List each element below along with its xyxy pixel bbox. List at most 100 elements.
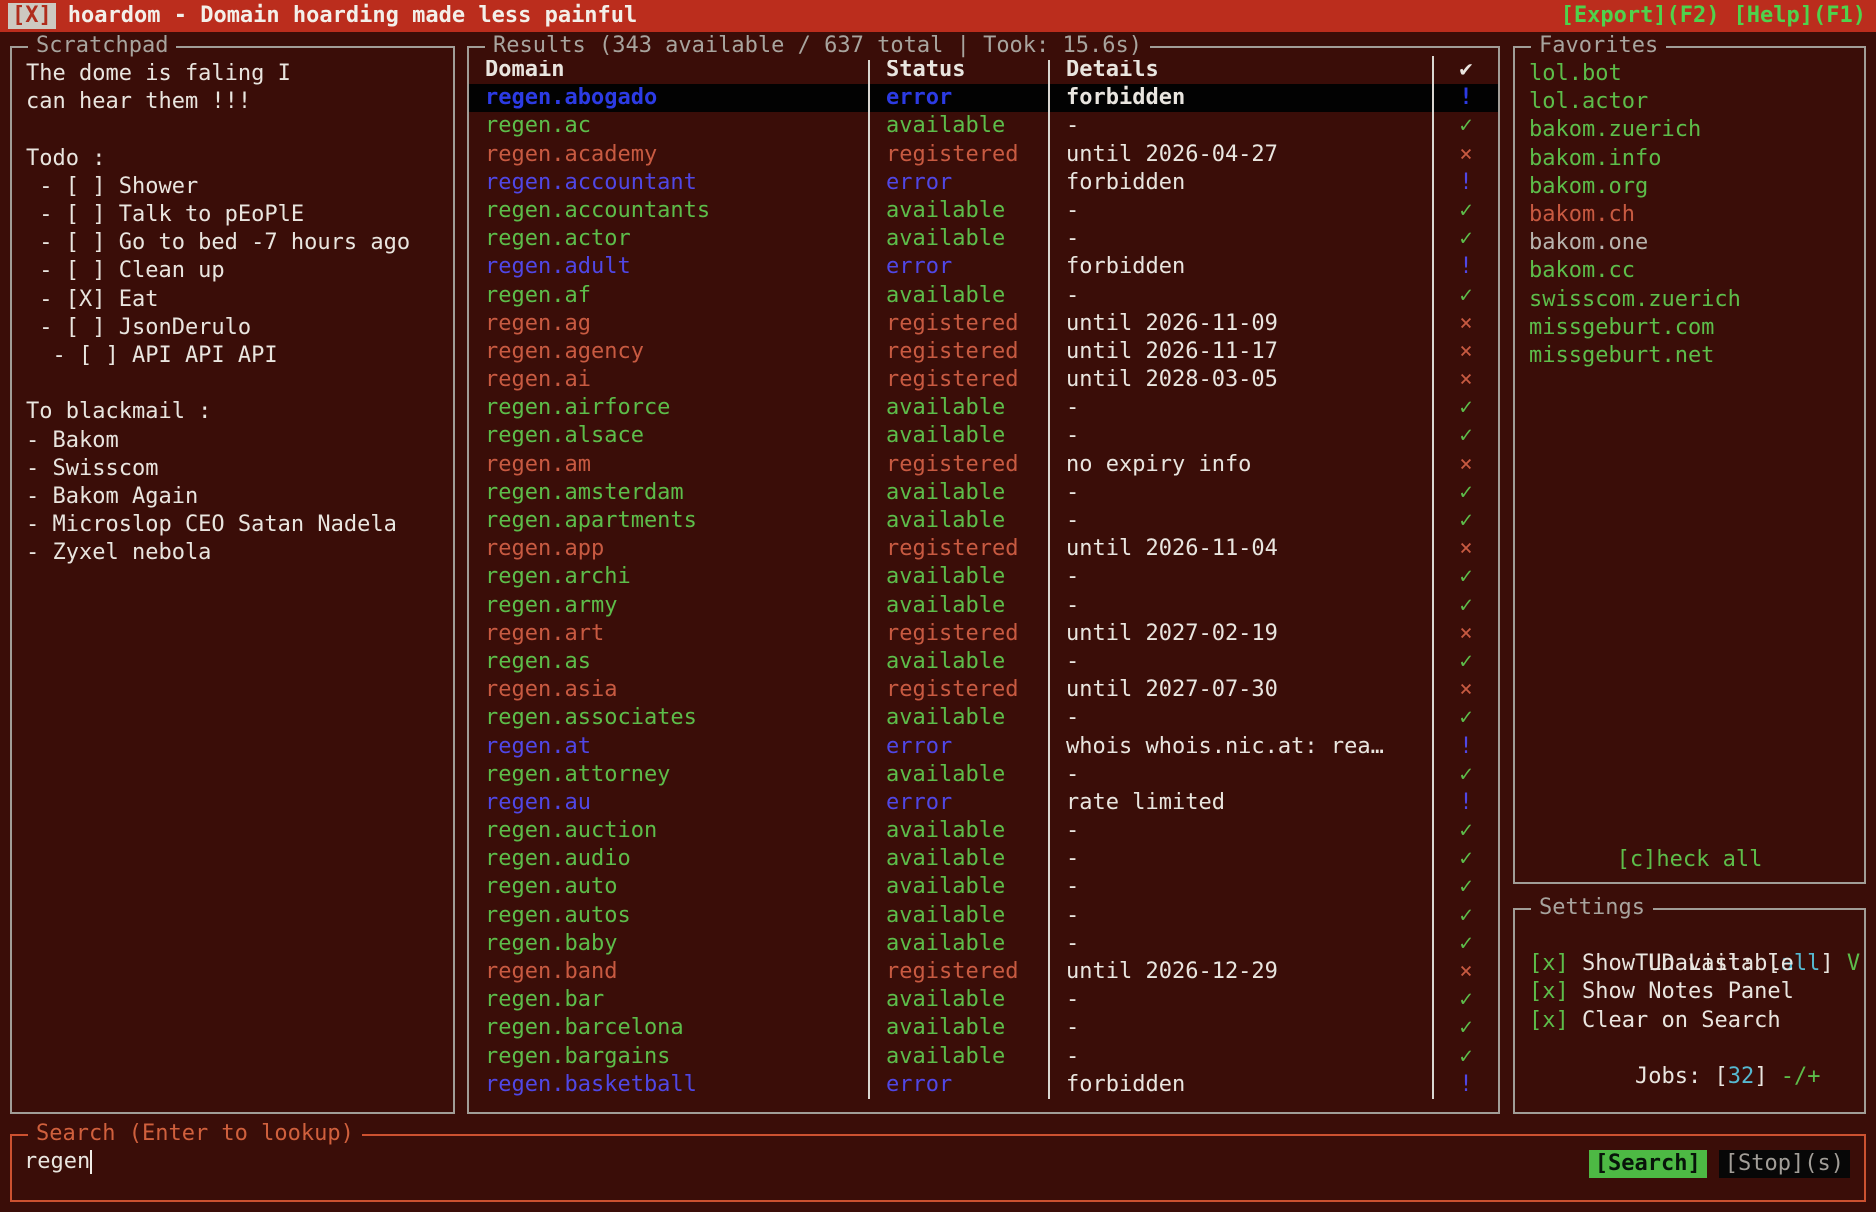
- scratchpad-line: - Bakom: [26, 427, 439, 455]
- settings-panel: Settings TLD List: [all] V [x] Show Unav…: [1513, 908, 1866, 1114]
- table-row[interactable]: regen.armyavailable-✓: [469, 592, 1498, 620]
- table-row[interactable]: regen.agencyregistereduntil 2026-11-17×: [469, 338, 1498, 366]
- table-row[interactable]: regen.agregistereduntil 2026-11-09×: [469, 310, 1498, 338]
- table-row[interactable]: regen.accountantsavailable-✓: [469, 197, 1498, 225]
- export-button[interactable]: [Export](F2): [1561, 2, 1720, 30]
- domain-cell: regen.adult: [469, 253, 868, 281]
- status-cell: available: [868, 986, 1048, 1014]
- table-row[interactable]: regen.asiaregistereduntil 2027-07-30×: [469, 676, 1498, 704]
- check-mark-icon: ✓: [1432, 873, 1498, 901]
- domain-cell: regen.alsace: [469, 422, 868, 450]
- table-row[interactable]: regen.acavailable-✓: [469, 112, 1498, 140]
- domain-cell: regen.af: [469, 282, 868, 310]
- tld-list-selector[interactable]: TLD List: [all] V: [1529, 922, 1850, 950]
- stop-button[interactable]: [Stop](s): [1719, 1150, 1850, 1178]
- favorite-item[interactable]: bakom.ch: [1529, 201, 1850, 229]
- table-row[interactable]: regen.artregistereduntil 2027-02-19×: [469, 620, 1498, 648]
- table-row[interactable]: regen.babyavailable-✓: [469, 930, 1498, 958]
- status-cell: registered: [868, 676, 1048, 704]
- favorite-item[interactable]: lol.bot: [1529, 60, 1850, 88]
- table-row[interactable]: regen.barcelonaavailable-✓: [469, 1014, 1498, 1042]
- table-row[interactable]: regen.airforceavailable-✓: [469, 394, 1498, 422]
- table-row[interactable]: regen.associatesavailable-✓: [469, 704, 1498, 732]
- close-button[interactable]: [X]: [8, 3, 56, 29]
- check-mark-icon: !: [1432, 1071, 1498, 1099]
- search-button[interactable]: [Search]: [1589, 1150, 1707, 1178]
- status-cell: available: [868, 479, 1048, 507]
- table-row[interactable]: regen.asavailable-✓: [469, 648, 1498, 676]
- details-cell: -: [1048, 648, 1432, 676]
- table-row[interactable]: regen.amregisteredno expiry info×: [469, 451, 1498, 479]
- check-mark-icon: ✓: [1432, 930, 1498, 958]
- table-row[interactable]: regen.academyregistereduntil 2026-04-27×: [469, 141, 1498, 169]
- check-mark-icon: !: [1432, 84, 1498, 112]
- table-row[interactable]: regen.accountanterrorforbidden!: [469, 169, 1498, 197]
- column-header-check-icon: ✔: [1432, 56, 1498, 84]
- favorite-item[interactable]: missgeburt.net: [1529, 342, 1850, 370]
- favorite-item[interactable]: bakom.zuerich: [1529, 116, 1850, 144]
- table-row[interactable]: regen.appregistereduntil 2026-11-04×: [469, 535, 1498, 563]
- jobs-stepper[interactable]: Jobs: [32] -/+: [1529, 1035, 1850, 1063]
- jobs-adjust-buttons[interactable]: -/+: [1767, 1064, 1820, 1089]
- domain-cell: regen.accountants: [469, 197, 868, 225]
- check-mark-icon: ×: [1432, 451, 1498, 479]
- table-row[interactable]: regen.airegistereduntil 2028-03-05×: [469, 366, 1498, 394]
- table-row[interactable]: regen.attorneyavailable-✓: [469, 761, 1498, 789]
- scratchpad-editor[interactable]: The dome is faling Ican hear them !!! To…: [12, 48, 453, 580]
- table-row[interactable]: regen.amsterdamavailable-✓: [469, 479, 1498, 507]
- details-cell: -: [1048, 507, 1432, 535]
- domain-cell: regen.academy: [469, 141, 868, 169]
- favorite-item[interactable]: bakom.info: [1529, 145, 1850, 173]
- table-row[interactable]: regen.abogadoerrorforbidden!: [469, 84, 1498, 112]
- table-row[interactable]: regen.archiavailable-✓: [469, 563, 1498, 591]
- check-mark-icon: ×: [1432, 366, 1498, 394]
- status-cell: available: [868, 422, 1048, 450]
- status-cell: available: [868, 817, 1048, 845]
- column-header-details: Details: [1048, 56, 1432, 84]
- domain-cell: regen.associates: [469, 704, 868, 732]
- status-cell: available: [868, 394, 1048, 422]
- details-cell: -: [1048, 197, 1432, 225]
- status-cell: registered: [868, 141, 1048, 169]
- scratchpad-line: [26, 116, 439, 144]
- details-cell: -: [1048, 592, 1432, 620]
- table-row[interactable]: regen.apartmentsavailable-✓: [469, 507, 1498, 535]
- favorite-item[interactable]: bakom.cc: [1529, 257, 1850, 285]
- check-mark-icon: ✓: [1432, 507, 1498, 535]
- table-row[interactable]: regen.alsaceavailable-✓: [469, 422, 1498, 450]
- status-cell: registered: [868, 535, 1048, 563]
- domain-cell: regen.apartments: [469, 507, 868, 535]
- table-row[interactable]: regen.actoravailable-✓: [469, 225, 1498, 253]
- table-row[interactable]: regen.autosavailable-✓: [469, 902, 1498, 930]
- table-row[interactable]: regen.baravailable-✓: [469, 986, 1498, 1014]
- domain-cell: regen.attorney: [469, 761, 868, 789]
- favorite-item[interactable]: bakom.org: [1529, 173, 1850, 201]
- check-mark-icon: ×: [1432, 535, 1498, 563]
- table-row[interactable]: regen.bandregistereduntil 2026-12-29×: [469, 958, 1498, 986]
- scratchpad-line: - Bakom Again: [26, 483, 439, 511]
- favorite-item[interactable]: swisscom.zuerich: [1529, 286, 1850, 314]
- details-cell: until 2028-03-05: [1048, 366, 1432, 394]
- tld-dropdown-arrow-icon[interactable]: V: [1834, 951, 1861, 976]
- favorite-item[interactable]: missgeburt.com: [1529, 314, 1850, 342]
- table-row[interactable]: regen.bargainsavailable-✓: [469, 1043, 1498, 1071]
- table-row[interactable]: regen.afavailable-✓: [469, 282, 1498, 310]
- favorite-item[interactable]: bakom.one: [1529, 229, 1850, 257]
- table-row[interactable]: regen.aterrorwhois whois.nic.at: rea…!: [469, 733, 1498, 761]
- settings-checkbox[interactable]: [x] Clear on Search: [1529, 1007, 1850, 1035]
- table-row[interactable]: regen.basketballerrorforbidden!: [469, 1071, 1498, 1099]
- table-row[interactable]: regen.adulterrorforbidden!: [469, 253, 1498, 281]
- domain-cell: regen.band: [469, 958, 868, 986]
- check-mark-icon: ✓: [1432, 422, 1498, 450]
- table-row[interactable]: regen.autoavailable-✓: [469, 873, 1498, 901]
- table-row[interactable]: regen.audioavailable-✓: [469, 845, 1498, 873]
- table-row[interactable]: regen.auerrorrate limited!: [469, 789, 1498, 817]
- table-row[interactable]: regen.auctionavailable-✓: [469, 817, 1498, 845]
- favorite-item[interactable]: lol.actor: [1529, 88, 1850, 116]
- favorites-panel-title: Favorites: [1531, 32, 1666, 60]
- settings-checkbox[interactable]: [x] Show Notes Panel: [1529, 978, 1850, 1006]
- help-button[interactable]: [Help](F1): [1734, 2, 1866, 30]
- details-cell: forbidden: [1048, 1071, 1432, 1099]
- scratchpad-line: - [ ] Go to bed -7 hours ago: [26, 229, 439, 257]
- check-all-button[interactable]: [c]heck all: [1515, 846, 1864, 874]
